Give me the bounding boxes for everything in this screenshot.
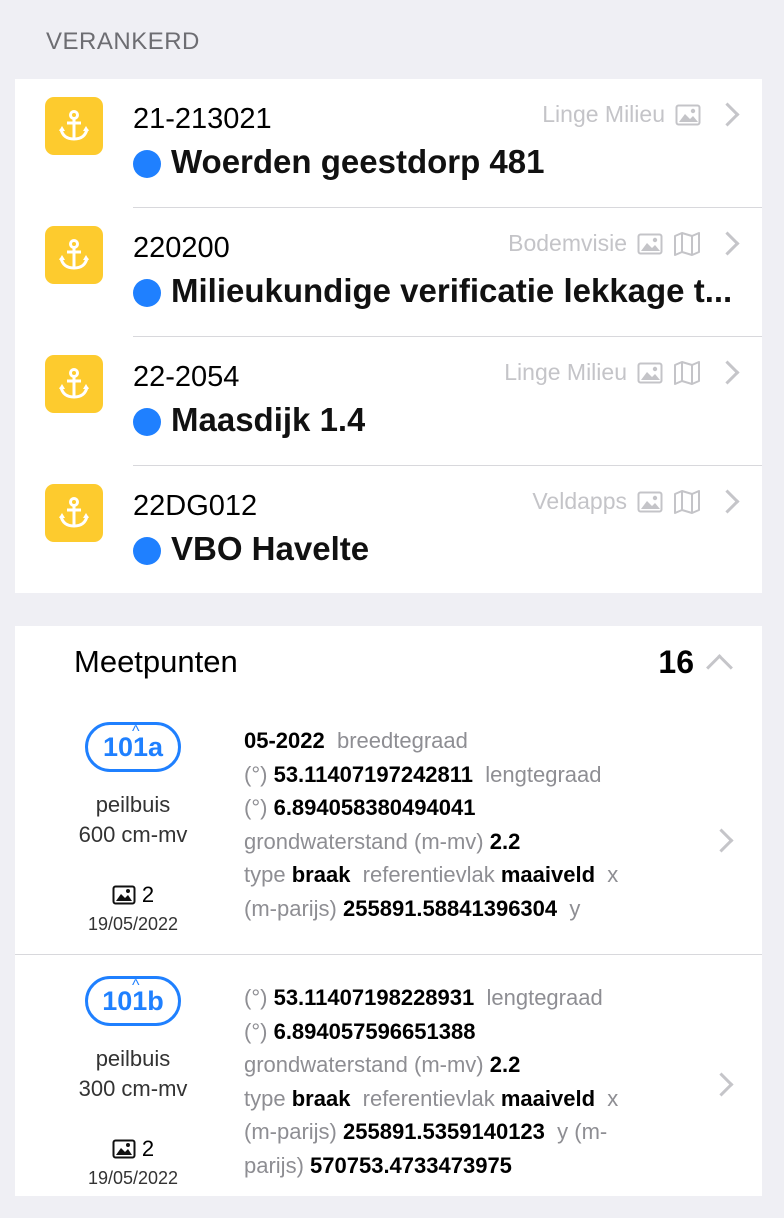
image-icon <box>112 1139 136 1159</box>
meetpunt-badge: ^ 101b <box>85 976 181 1026</box>
chevron-right-icon <box>709 1072 734 1097</box>
status-dot <box>133 279 161 307</box>
caret-up-icon: ^ <box>132 977 140 994</box>
meetpunt-badge: ^ 101a <box>85 722 181 772</box>
anchor-icon <box>45 226 103 284</box>
meetpunt-depth: 600 cm-mv <box>78 822 188 847</box>
image-icon <box>112 885 136 905</box>
image-icon <box>637 362 663 383</box>
image-icon <box>637 491 663 512</box>
meetpunt-details: (°) 53.11407198228931 lengtegraad (°) 6.… <box>244 985 619 1178</box>
organization-label: Veldapps <box>532 488 627 514</box>
chevron-right-icon <box>715 102 740 127</box>
meetpunt-depth: 300 cm-mv <box>78 1076 188 1101</box>
photo-count: 2 <box>141 882 155 907</box>
map-icon <box>674 360 700 385</box>
chevron-right-icon <box>715 489 740 514</box>
map-icon <box>674 231 700 256</box>
project-code: 21-213021 <box>133 103 272 135</box>
map-icon <box>674 489 700 514</box>
meetpunt-item[interactable]: ^ 101b peilbuis 300 cm-mv 2 19/05/2022 (… <box>15 976 762 1196</box>
status-dot <box>133 537 161 565</box>
meetpunt-details: 05-2022 breedtegraad (°) 53.114071972428… <box>244 728 619 921</box>
list-item[interactable]: 21-213021 Woerden geestdorp 481 Linge Mi… <box>15 79 762 208</box>
anchor-icon <box>45 97 103 155</box>
chevron-up-icon[interactable] <box>706 654 733 681</box>
meetpunt-type: peilbuis <box>95 792 171 817</box>
organization-label: Linge Milieu <box>504 359 627 385</box>
meetpunten-section: Meetpunten 16 ^ 101a peilbuis 600 cm-mv … <box>15 626 762 1196</box>
anchor-icon <box>45 484 103 542</box>
meetpunt-date: 19/05/2022 <box>87 914 179 934</box>
project-name: Woerden geestdorp 481 <box>171 143 545 180</box>
organization-label: Bodemvisie <box>508 230 627 256</box>
meetpunt-item[interactable]: ^ 101a peilbuis 600 cm-mv 2 19/05/2022 0… <box>15 722 762 954</box>
anchor-icon <box>45 355 103 413</box>
chevron-right-icon <box>715 231 740 256</box>
meetpunt-date: 19/05/2022 <box>87 1168 179 1188</box>
photo-count: 2 <box>141 1136 155 1161</box>
project-code: 22DG012 <box>133 490 258 522</box>
section-title: VERANKERD <box>46 28 200 55</box>
meetpunten-count: 16 <box>658 644 694 680</box>
image-icon <box>637 233 663 254</box>
caret-up-icon: ^ <box>132 723 140 740</box>
project-code: 22-2054 <box>133 361 240 393</box>
list-item[interactable]: 220200 Milieukundige verificatie lekkage… <box>15 208 762 337</box>
meetpunten-title: Meetpunten <box>74 644 238 679</box>
list-item[interactable]: 22DG012 VBO Havelte Veldapps <box>15 466 762 595</box>
chevron-right-icon <box>709 828 734 853</box>
organization-label: Linge Milieu <box>542 101 665 127</box>
list-item[interactable]: 22-2054 Maasdijk 1.4 Linge Milieu <box>15 337 762 466</box>
chevron-right-icon <box>715 360 740 385</box>
project-name: VBO Havelte <box>171 530 370 567</box>
status-dot <box>133 408 161 436</box>
project-name: Milieukundige verificatie lekkage t... <box>171 272 733 309</box>
image-icon <box>675 104 701 125</box>
project-code: 220200 <box>133 232 230 264</box>
meetpunt-type: peilbuis <box>95 1046 171 1071</box>
status-dot <box>133 150 161 178</box>
anchored-list: 21-213021 Woerden geestdorp 481 Linge Mi… <box>15 79 762 593</box>
project-name: Maasdijk 1.4 <box>171 401 366 438</box>
